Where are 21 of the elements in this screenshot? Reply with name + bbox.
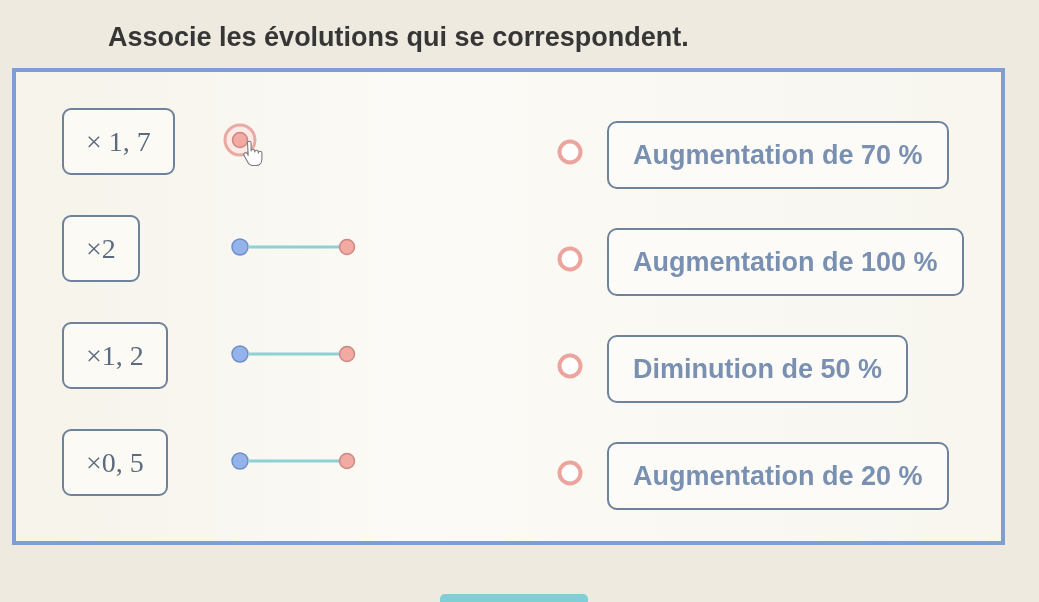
drag-handle[interactable] <box>338 452 356 470</box>
factor-card: ×1, 2 <box>62 322 168 389</box>
factor-card: ×2 <box>62 215 140 282</box>
action-button[interactable] <box>440 594 588 602</box>
description-card: Augmentation de 100 % <box>607 228 964 296</box>
instruction-text: Associe les évolutions qui se correspondent. <box>108 21 689 54</box>
target-ring-icon[interactable] <box>557 246 583 272</box>
anchor-dot-icon <box>231 452 249 470</box>
factor-card: ×0, 5 <box>62 429 168 496</box>
description-card: Augmentation de 20 % <box>607 442 949 510</box>
anchor-dot-icon <box>231 238 249 256</box>
description-card: Augmentation de 70 % <box>607 121 949 189</box>
description-card: Diminution de 50 % <box>607 335 909 403</box>
factor-card: × 1, 7 <box>62 108 175 175</box>
target-ring-icon[interactable] <box>557 353 583 379</box>
drag-handle[interactable] <box>338 238 356 256</box>
anchor-dot-icon <box>231 345 249 363</box>
drag-handle[interactable] <box>338 345 356 363</box>
target-ring-icon[interactable] <box>557 460 583 486</box>
target-ring-icon[interactable] <box>557 139 583 165</box>
hand-cursor-icon <box>243 140 263 167</box>
